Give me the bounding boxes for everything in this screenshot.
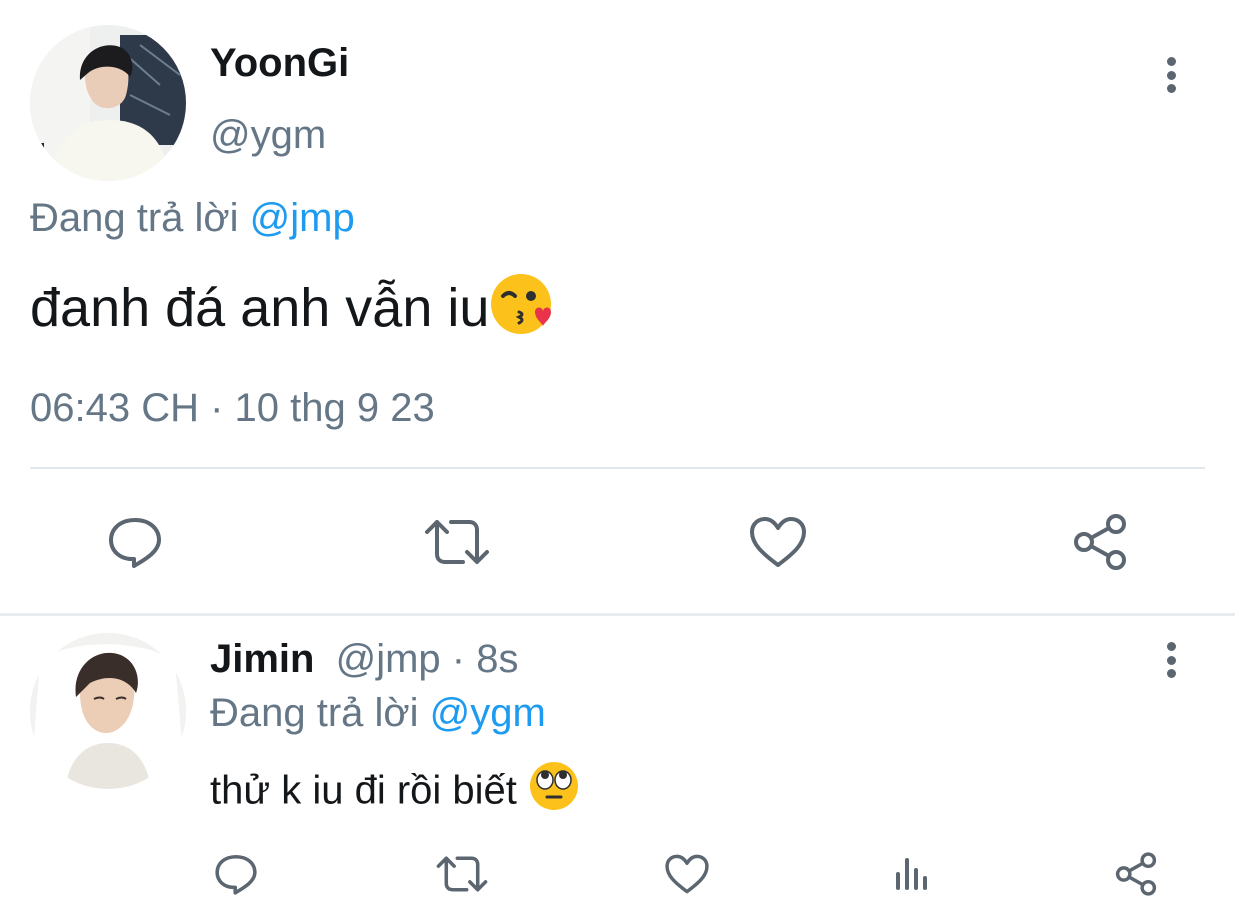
author-handle[interactable]: @ygm <box>210 112 326 158</box>
comment-icon <box>215 854 257 895</box>
divider <box>30 467 1205 469</box>
more-options-icon[interactable] <box>1165 57 1177 93</box>
tweet-text: đanh đá anh vẫn iu <box>30 270 557 353</box>
dot <box>1166 84 1176 93</box>
tweet-text-content: thử k iu đi rồi biết <box>210 768 517 813</box>
kissing-face-with-heart-icon <box>489 270 557 353</box>
like-button[interactable] <box>662 850 712 898</box>
like-button[interactable] <box>745 510 811 574</box>
share-button[interactable] <box>1068 510 1132 574</box>
post-age[interactable]: · 8s <box>452 637 519 681</box>
dot <box>1166 669 1176 678</box>
bar-chart-icon <box>896 858 927 890</box>
reply-prefix: Đang trả lời <box>30 196 239 240</box>
section-divider <box>0 613 1235 616</box>
reply-context: Đang trả lời @ygm <box>210 690 546 736</box>
share-button[interactable] <box>1112 850 1160 898</box>
tweet-text: thử k iu đi rồi biết <box>210 760 580 826</box>
retweet-icon <box>425 520 489 564</box>
retweet-button[interactable] <box>420 510 494 574</box>
comment-icon <box>109 518 161 568</box>
author-name[interactable]: Jimin <box>210 637 314 681</box>
timestamp[interactable]: 06:43 CH · 10 thg 9 23 <box>30 384 435 432</box>
share-icon <box>1115 852 1157 896</box>
reply-prefix: Đang trả lời <box>210 691 419 735</box>
mention-link[interactable]: @ygm <box>430 691 546 735</box>
mention-link[interactable]: @jmp <box>250 196 355 240</box>
more-options-icon[interactable] <box>1165 642 1177 678</box>
avatar[interactable] <box>30 633 186 789</box>
tweet-text-content: đanh đá anh vẫn iu <box>30 277 490 338</box>
reply-button[interactable] <box>100 510 170 574</box>
analytics-button[interactable] <box>888 850 936 898</box>
reply-button[interactable] <box>212 850 260 898</box>
author-name[interactable]: YoonGi <box>210 40 349 86</box>
share-icon <box>1074 514 1126 570</box>
dot <box>1166 655 1176 665</box>
dot <box>1166 57 1176 66</box>
retweet-button[interactable] <box>434 850 490 898</box>
author-handle[interactable]: @jmp <box>336 637 441 681</box>
face-with-rolling-eyes-icon <box>528 760 580 826</box>
reply-header: Jimin @jmp · 8s <box>210 636 518 682</box>
retweet-icon <box>436 856 488 892</box>
heart-icon <box>665 854 709 894</box>
dot <box>1166 70 1176 80</box>
reply-context: Đang trả lời @jmp <box>30 195 355 241</box>
heart-icon <box>750 517 806 567</box>
avatar[interactable] <box>30 25 186 181</box>
dot <box>1166 642 1176 651</box>
